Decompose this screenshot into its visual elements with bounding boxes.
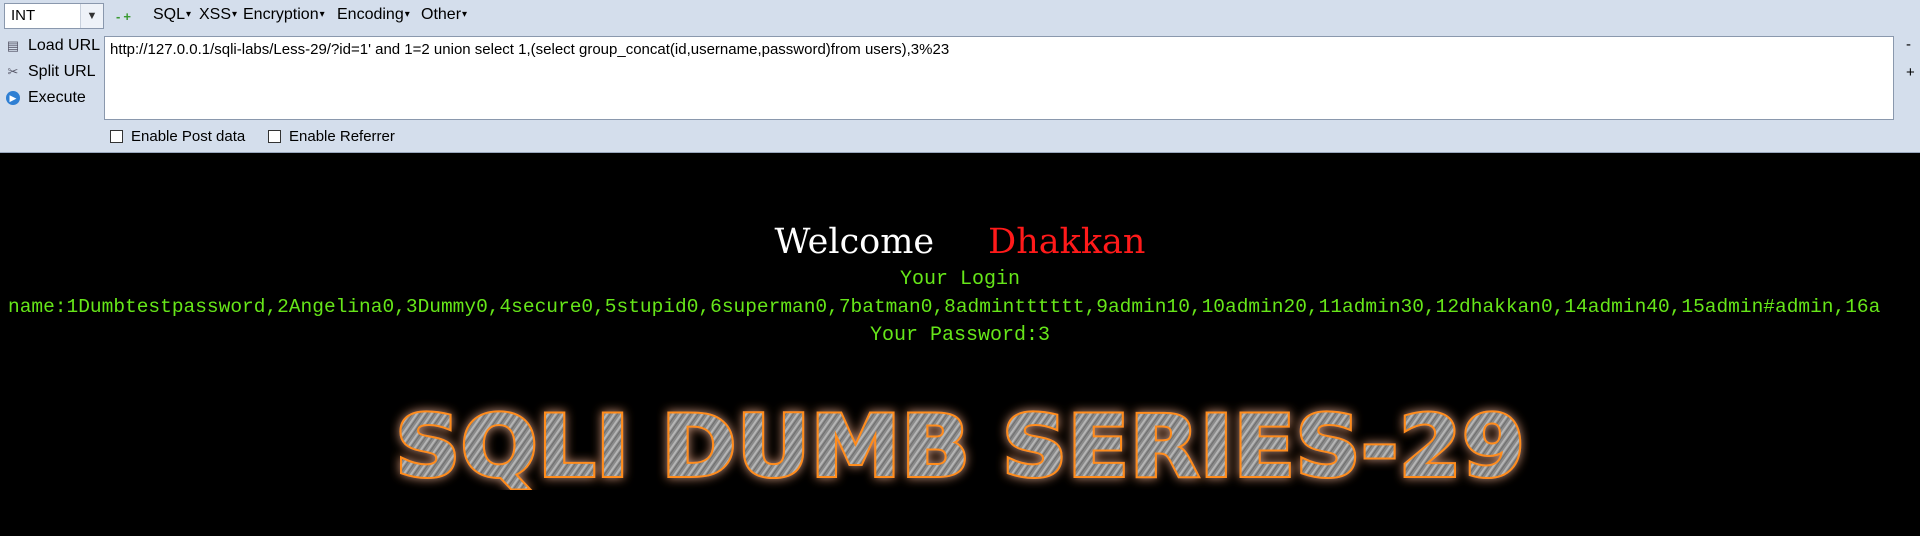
execute-icon: ▶ <box>6 91 20 105</box>
split-url-label: Split URL <box>28 63 96 80</box>
menu-sql[interactable]: SQL▾ <box>153 6 191 24</box>
url-input[interactable]: http://127.0.0.1/sqli-labs/Less-29/?id=1… <box>104 36 1894 120</box>
menu-other[interactable]: Other▾ <box>421 6 467 24</box>
load-url-label: Load URL <box>28 37 101 54</box>
checkbox-box[interactable] <box>268 130 281 143</box>
welcome-heading: Welcome Dhakkan <box>0 222 1920 262</box>
login-line: Your Login <box>899 268 1021 291</box>
shrink-button[interactable]: - <box>1906 36 1911 53</box>
hackbar-toolbar: INT ▼ -+ SQL▾ XSS▾ Encryption▾ Encoding▾… <box>0 0 1920 153</box>
checkbox-box[interactable] <box>110 130 123 143</box>
name-line: name:1Dumbtestpassword,2Angelina0,3Dummy… <box>8 296 1881 318</box>
decrease-increase-icons[interactable]: -+ <box>116 9 134 24</box>
menu-encryption[interactable]: Encryption▾ <box>243 6 325 24</box>
enable-referrer-checkbox[interactable]: Enable Referrer <box>268 128 395 145</box>
welcome-name: Dhakkan <box>988 222 1146 262</box>
load-url-icon: ▤ <box>6 38 20 53</box>
sqli-dumb-series-banner: SQLI DUMB SERIES-29 <box>393 398 1527 490</box>
execute-label: Execute <box>28 89 86 106</box>
password-line: Your Password:3 <box>869 324 1051 347</box>
enable-referrer-label: Enable Referrer <box>289 128 395 145</box>
split-url-button[interactable]: ✂ Split URL <box>4 60 96 84</box>
welcome-word: Welcome <box>774 222 935 262</box>
banner-text: SQLI DUMB SERIES-29 <box>395 398 1525 490</box>
load-url-button[interactable]: ▤ Load URL <box>4 34 100 58</box>
expand-button[interactable]: + <box>1906 64 1915 81</box>
menu-xss[interactable]: XSS▾ <box>199 6 237 24</box>
chevron-down-icon[interactable]: ▼ <box>80 4 103 28</box>
execute-button[interactable]: ▶ Execute <box>4 86 86 110</box>
hackbar-menubar: INT ▼ -+ SQL▾ XSS▾ Encryption▾ Encoding▾… <box>0 0 1920 34</box>
enable-post-label: Enable Post data <box>131 128 246 145</box>
menu-encoding[interactable]: Encoding▾ <box>337 6 410 24</box>
split-url-icon: ✂ <box>7 64 19 79</box>
type-select-value: INT <box>11 7 36 24</box>
type-select[interactable]: INT ▼ <box>4 3 104 29</box>
enable-post-checkbox[interactable]: Enable Post data <box>110 128 245 145</box>
